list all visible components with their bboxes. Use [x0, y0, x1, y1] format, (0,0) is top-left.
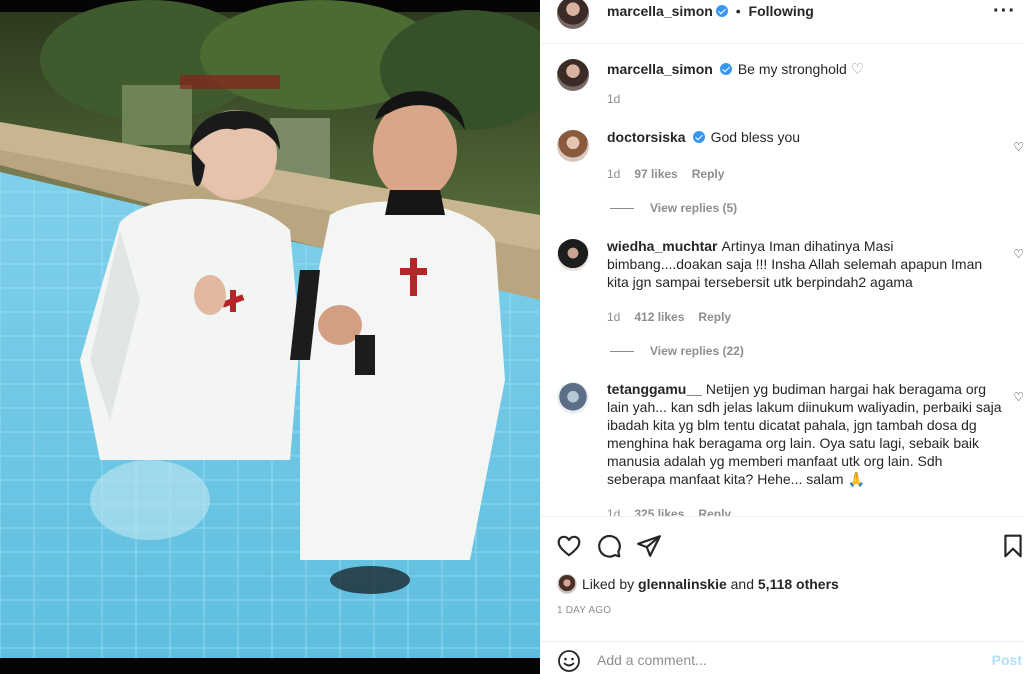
add-comment-input[interactable]	[597, 646, 967, 674]
comment-avatar[interactable]	[557, 130, 589, 162]
verified-icon	[692, 131, 705, 143]
comment-text-line: wiedha_muchtar Artinya Iman dihatinya Mas…	[607, 237, 987, 291]
emoji-icon[interactable]	[557, 649, 581, 673]
comment-reply-button[interactable]: Reply	[698, 507, 731, 516]
author-line: marcella_simon • Following	[607, 3, 814, 19]
likes-others-link[interactable]: 5,118 others	[758, 576, 839, 592]
liker-username[interactable]: glennalinskie	[638, 576, 727, 592]
like-comment-heart-icon[interactable]: ♡	[1013, 390, 1024, 404]
comment-likes[interactable]: 325 likes	[634, 507, 684, 516]
view-replies-button[interactable]: View replies (22)	[610, 344, 744, 358]
comment-time: 1d	[607, 310, 621, 324]
comment-reply-button[interactable]: Reply	[698, 310, 731, 324]
comment-text-line: tetanggamu__ Netijen yg budiman hargai ha…	[607, 380, 1002, 488]
post-photo[interactable]	[0, 0, 540, 674]
like-comment-heart-icon[interactable]: ♡	[1013, 247, 1024, 261]
caption-username[interactable]: marcella_simon	[607, 61, 713, 77]
like-comment-heart-icon[interactable]: ♡	[1013, 140, 1024, 154]
verified-icon	[715, 5, 728, 17]
post-date: 1 DAY AGO	[557, 605, 612, 616]
caption-time: 1d	[607, 92, 621, 106]
comment-time: 1d	[607, 507, 621, 516]
comments-list[interactable]: marcella_simon Be my stronghold ♡ 1d docto…	[540, 45, 1024, 516]
save-bookmark-icon[interactable]	[1000, 533, 1024, 559]
like-heart-icon[interactable]	[556, 533, 582, 559]
comment-text: God bless you	[710, 129, 801, 145]
comment-meta: 1d 325 likes Reply	[607, 507, 731, 516]
view-replies-button[interactable]: View replies (5)	[610, 201, 737, 215]
verified-icon	[719, 63, 732, 75]
share-paper-plane-icon[interactable]	[636, 533, 662, 559]
caption-text: Be my stronghold	[737, 61, 847, 77]
caption-avatar[interactable]	[557, 59, 589, 91]
baptism-photo-illustration	[0, 0, 540, 674]
comment-likes[interactable]: 412 likes	[634, 310, 684, 324]
heart-outline-icon: ♡	[850, 61, 865, 78]
comment-reply-button[interactable]: Reply	[692, 167, 725, 181]
separator-dot: •	[735, 3, 741, 19]
author-username[interactable]: marcella_simon	[607, 3, 713, 19]
comment-text-line: doctorsiska God bless you	[607, 128, 1007, 146]
post-actions: Liked by glennalinskie and 5,118 others …	[540, 516, 1024, 674]
post-comment-button[interactable]: Post	[992, 652, 1022, 668]
comment-avatar[interactable]	[557, 239, 589, 271]
comment-bubble-icon[interactable]	[596, 533, 622, 559]
likes-joiner: and	[730, 576, 754, 592]
likes-summary: Liked by glennalinskie and 5,118 others	[557, 574, 839, 594]
liker-avatar[interactable]	[557, 574, 577, 594]
comment-time: 1d	[607, 167, 621, 181]
following-button[interactable]: Following	[749, 3, 814, 19]
caption-text-line: marcella_simon Be my stronghold ♡	[607, 60, 1007, 79]
add-comment-bar: Post	[540, 641, 1024, 674]
author-avatar[interactable]	[557, 0, 589, 29]
comment-username[interactable]: wiedha_muchtar	[607, 238, 717, 254]
comment-username[interactable]: doctorsiska	[607, 129, 686, 145]
comment-username[interactable]: tetanggamu__	[607, 381, 702, 397]
more-options-icon[interactable]: ···	[993, 0, 1016, 23]
comment-meta: 1d 412 likes Reply	[607, 310, 731, 324]
post-header: marcella_simon • Following ···	[540, 0, 1024, 44]
likes-prefix: Liked by	[582, 576, 635, 592]
comment-meta: 1d 97 likes Reply	[607, 167, 724, 181]
post-side-panel: marcella_simon • Following ··· marcella_…	[540, 0, 1024, 674]
comment-avatar[interactable]	[557, 382, 589, 414]
comment-likes[interactable]: 97 likes	[634, 167, 677, 181]
